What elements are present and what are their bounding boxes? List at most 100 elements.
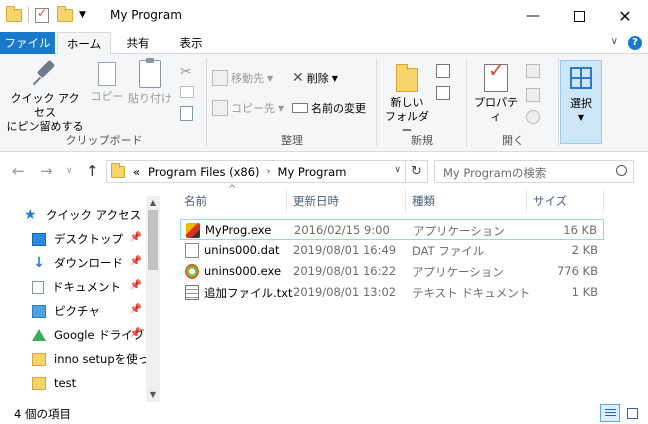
ribbon: クイック アクセス にピン留めする コピー 貼り付け ✂ クリップボード 移動先… xyxy=(0,54,648,152)
column-header-modified[interactable]: 更新日時 xyxy=(287,190,405,212)
column-header-name[interactable]: 名前 xyxy=(178,190,286,212)
rename-button[interactable]: 名前の変更 xyxy=(292,100,366,116)
refresh-icon: ↻ xyxy=(411,164,422,179)
move-to-button[interactable]: 移動先 ▼ xyxy=(212,70,273,86)
search-box[interactable]: My Programの検索 xyxy=(434,160,634,183)
scroll-up-icon[interactable]: ▲ xyxy=(146,196,160,210)
cut-icon[interactable]: ✂ xyxy=(180,64,192,80)
exe-icon xyxy=(186,223,200,238)
tab-home[interactable]: ホーム xyxy=(57,32,111,55)
file-type: テキスト ドキュメント xyxy=(412,286,531,300)
chevron-right-icon[interactable]: › xyxy=(267,166,271,177)
file-name: unins000.exe xyxy=(204,264,282,278)
edit-icon[interactable] xyxy=(526,88,540,102)
recent-locations-chevron-icon[interactable]: ∨ xyxy=(66,166,73,176)
item-count: 4 個の項目 xyxy=(14,407,71,421)
nav-item-quick-access[interactable]: ★ クイック アクセス xyxy=(24,204,146,226)
nav-item-test[interactable]: test xyxy=(32,372,146,394)
details-view-icon xyxy=(605,409,616,418)
paste-button[interactable]: 貼り付け xyxy=(126,58,174,106)
file-row[interactable]: unins000.dat 2019/08/01 16:49 DAT ファイル 2… xyxy=(180,240,604,261)
breadcrumb-overflow[interactable]: « xyxy=(133,165,140,179)
copy-to-button[interactable]: コピー先 ▼ xyxy=(212,100,284,116)
maximize-button[interactable] xyxy=(556,0,602,32)
nav-item-downloads[interactable]: ↓ ダウンロード 📌 xyxy=(32,252,146,274)
folder-icon xyxy=(32,352,46,366)
rename-icon xyxy=(292,103,308,113)
select-button[interactable]: 選択 ▼ xyxy=(560,60,602,144)
minimize-button[interactable]: — xyxy=(510,0,556,32)
divider[interactable] xyxy=(603,190,604,212)
google-drive-icon xyxy=(32,329,46,341)
copy-path-icon[interactable] xyxy=(180,86,194,98)
file-size: 2 KB xyxy=(571,243,598,257)
select-label: 選択 xyxy=(570,97,592,110)
nav-item-label: inno setupを使って xyxy=(54,352,146,366)
chevron-down-icon: ▼ xyxy=(267,73,274,83)
file-type: アプリケーション xyxy=(412,265,504,279)
properties-button[interactable]: プロパティ xyxy=(470,58,522,124)
nav-item-desktop[interactable]: デスクトップ 📌 xyxy=(32,228,146,250)
organize-group: 移動先 ▼ ✕ 削除 ▼ コピー先 ▼ 名前の変更 整理 xyxy=(208,54,376,152)
back-arrow-icon[interactable]: ← xyxy=(12,162,25,180)
nav-item-inno-setup[interactable]: inno setupを使って xyxy=(32,348,146,370)
file-row[interactable]: 追加ファイル.txt 2019/08/01 13:02 テキスト ドキュメント … xyxy=(180,282,604,303)
maximize-icon xyxy=(573,10,585,22)
paste-icon xyxy=(139,58,161,88)
address-dropdown-chevron-icon[interactable]: ∨ xyxy=(394,165,401,175)
address-bar[interactable]: « Program Files (x86) › My Program ∨ xyxy=(106,160,406,183)
tab-view[interactable]: 表示 xyxy=(166,32,216,54)
new-item-icon[interactable] xyxy=(436,64,450,78)
file-row[interactable]: MyProg.exe 2016/02/15 9:00 アプリケーション 16 K… xyxy=(180,219,604,240)
close-button[interactable]: ✕ xyxy=(602,0,648,32)
copy-icon xyxy=(98,62,116,86)
pin-label-line1: クイック アクセス xyxy=(10,92,80,119)
pin-to-quick-access-button[interactable]: クイック アクセス にピン留めする xyxy=(6,58,84,134)
folder-icon xyxy=(111,162,125,178)
nav-item-label: クイック アクセス xyxy=(46,208,142,222)
nav-item-label: test xyxy=(54,376,77,390)
new-folder-icon[interactable] xyxy=(57,5,73,22)
open-group: プロパティ 開く xyxy=(468,54,558,152)
forward-arrow-icon[interactable]: → xyxy=(40,162,53,180)
breadcrumb-my-program[interactable]: My Program xyxy=(278,165,347,179)
file-row[interactable]: unins000.exe 2019/08/01 16:22 アプリケーション 7… xyxy=(180,261,604,282)
details-view-button[interactable] xyxy=(600,404,620,422)
large-icons-view-button[interactable] xyxy=(622,404,642,422)
chevron-down-icon: ▼ xyxy=(331,73,338,83)
open-icon[interactable] xyxy=(526,64,540,78)
file-modified: 2016/02/15 9:00 xyxy=(294,223,390,237)
dat-file-icon xyxy=(185,243,199,258)
select-grid-icon xyxy=(570,67,592,89)
refresh-button[interactable]: ↻ xyxy=(406,160,428,183)
up-arrow-icon[interactable]: ↑ xyxy=(86,162,99,180)
history-icon[interactable] xyxy=(526,110,540,124)
navigation-pane: ★ クイック アクセス デスクトップ 📌 ↓ ダウンロード 📌 ドキュメント 📌… xyxy=(0,196,160,402)
breadcrumb-program-files[interactable]: Program Files (x86) xyxy=(148,165,259,179)
collapse-ribbon-icon[interactable]: ∨ xyxy=(611,36,618,47)
new-folder-button[interactable]: 新しい フォルダー xyxy=(382,58,432,138)
status-bar: 4 個の項目 xyxy=(0,402,648,424)
nav-pane-scrollbar[interactable]: ▲ ▼ xyxy=(146,196,160,402)
nav-item-google-drive[interactable]: Google ドライブ 📌 xyxy=(32,324,146,346)
copy-label: コピー xyxy=(90,90,124,103)
tab-file[interactable]: ファイル xyxy=(0,32,55,54)
desktop-icon xyxy=(32,232,46,246)
delete-button[interactable]: ✕ 削除 ▼ xyxy=(292,70,338,86)
properties-icon[interactable] xyxy=(35,6,49,23)
column-header-size[interactable]: サイズ xyxy=(527,190,603,212)
divider xyxy=(28,7,29,23)
nav-item-documents[interactable]: ドキュメント 📌 xyxy=(32,276,146,298)
organize-group-label: 整理 xyxy=(281,134,303,147)
easy-access-icon[interactable] xyxy=(436,86,450,100)
customize-toolbar-chevron-icon[interactable]: ▼ xyxy=(79,10,86,20)
tab-share[interactable]: 共有 xyxy=(112,32,164,54)
copy-button[interactable]: コピー xyxy=(90,58,124,104)
scroll-down-icon[interactable]: ▼ xyxy=(146,388,160,402)
nav-item-pictures[interactable]: ピクチャ 📌 xyxy=(32,300,146,322)
column-header-type[interactable]: 種類 xyxy=(406,190,526,212)
file-name: MyProg.exe xyxy=(205,223,272,237)
paste-shortcut-icon[interactable] xyxy=(180,106,193,121)
help-icon[interactable]: ? xyxy=(628,36,642,50)
scrollbar-thumb[interactable] xyxy=(148,210,158,270)
